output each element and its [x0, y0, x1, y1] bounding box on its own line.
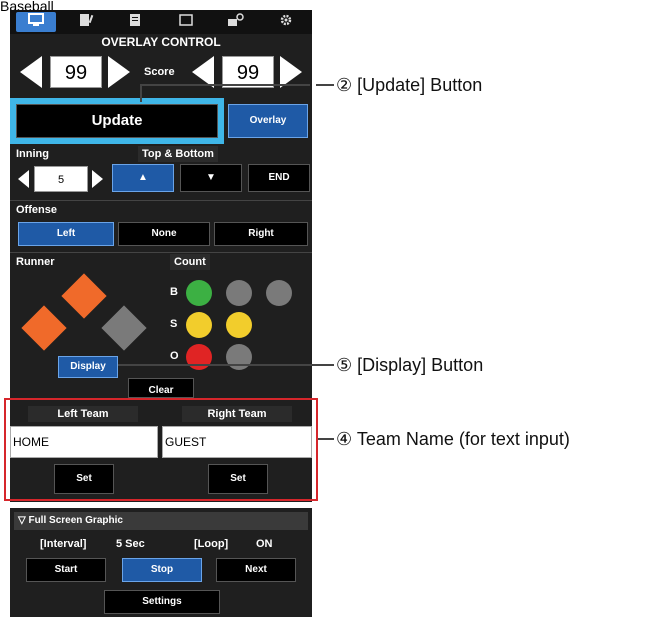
inning-label: Inning — [16, 148, 49, 160]
first-base-runner[interactable] — [101, 305, 147, 351]
camera-settings-icon[interactable] — [216, 12, 256, 32]
update-callout: ② [Update] Button — [336, 75, 483, 95]
outs-label: O — [170, 350, 179, 362]
display-callout: ⑤ [Display] Button — [336, 355, 484, 375]
offense-label: Offense — [16, 204, 57, 216]
ball-indicator[interactable] — [226, 280, 252, 306]
interval-label: [Interval] — [40, 538, 87, 550]
end-button[interactable]: END — [248, 164, 310, 192]
score-left-decrement-arrow[interactable] — [20, 56, 42, 88]
team-callout-line — [318, 438, 334, 440]
score-label: Score — [144, 66, 175, 78]
strike-indicator[interactable] — [226, 312, 252, 338]
tab-bar — [10, 10, 312, 34]
top-bottom-label: Top & Bottom — [138, 146, 218, 162]
bottom-button[interactable]: ▼ — [180, 164, 242, 192]
out-indicator[interactable] — [226, 344, 252, 370]
offense-right-button[interactable]: Right — [214, 222, 308, 246]
stop-button[interactable]: Stop — [122, 558, 202, 582]
gear-icon[interactable] — [266, 12, 306, 32]
display-button[interactable]: Display — [58, 356, 118, 378]
out-indicator[interactable] — [186, 344, 212, 370]
document-list-icon[interactable] — [116, 12, 156, 32]
full-screen-graphic-header[interactable]: ▽ Full Screen Graphic — [14, 512, 308, 530]
display-callout-line — [118, 364, 334, 366]
update-button[interactable]: Update — [16, 104, 218, 138]
offense-left-button[interactable]: Left — [18, 222, 114, 246]
runner-label: Runner — [16, 256, 55, 268]
top-button[interactable]: ▲ — [112, 164, 174, 192]
update-callout-line — [140, 84, 310, 86]
interval-value: 5 Sec — [116, 538, 145, 550]
team-callout: ④ Team Name (for text input) — [336, 429, 570, 449]
second-base-runner[interactable] — [61, 273, 107, 319]
overlay-control-panel: OVERLAY CONTROL 99 Score 99 Update Overl… — [10, 10, 312, 617]
overlay-button[interactable]: Overlay — [228, 104, 308, 138]
inning-value[interactable]: 5 — [34, 166, 88, 192]
third-base-runner[interactable] — [21, 305, 67, 351]
score-left-value[interactable]: 99 — [50, 56, 102, 88]
update-callout-leader — [140, 84, 142, 102]
loop-value: ON — [256, 538, 273, 550]
strike-indicator[interactable] — [186, 312, 212, 338]
monitor-icon[interactable] — [16, 12, 56, 32]
panel-title: OVERLAY CONTROL — [101, 35, 221, 49]
inning-increment-arrow[interactable] — [92, 170, 103, 188]
ball-indicator[interactable] — [266, 280, 292, 306]
loop-label: [Loop] — [194, 538, 229, 550]
document-edit-icon[interactable] — [66, 12, 106, 32]
balls-label: B — [170, 286, 178, 298]
clear-button[interactable]: Clear — [128, 378, 194, 398]
score-left-increment-arrow[interactable] — [108, 56, 130, 88]
divider — [10, 200, 312, 201]
divider — [10, 252, 312, 253]
next-button[interactable]: Next — [216, 558, 296, 582]
offense-none-button[interactable]: None — [118, 222, 210, 246]
update-callout-line — [316, 84, 334, 86]
window-icon[interactable] — [166, 12, 206, 32]
team-name-annotation-box — [4, 398, 318, 501]
settings-button[interactable]: Settings — [104, 590, 220, 614]
inning-decrement-arrow[interactable] — [18, 170, 29, 188]
start-button[interactable]: Start — [26, 558, 106, 582]
ball-indicator[interactable] — [186, 280, 212, 306]
count-label: Count — [170, 254, 210, 270]
strikes-label: S — [170, 318, 178, 330]
